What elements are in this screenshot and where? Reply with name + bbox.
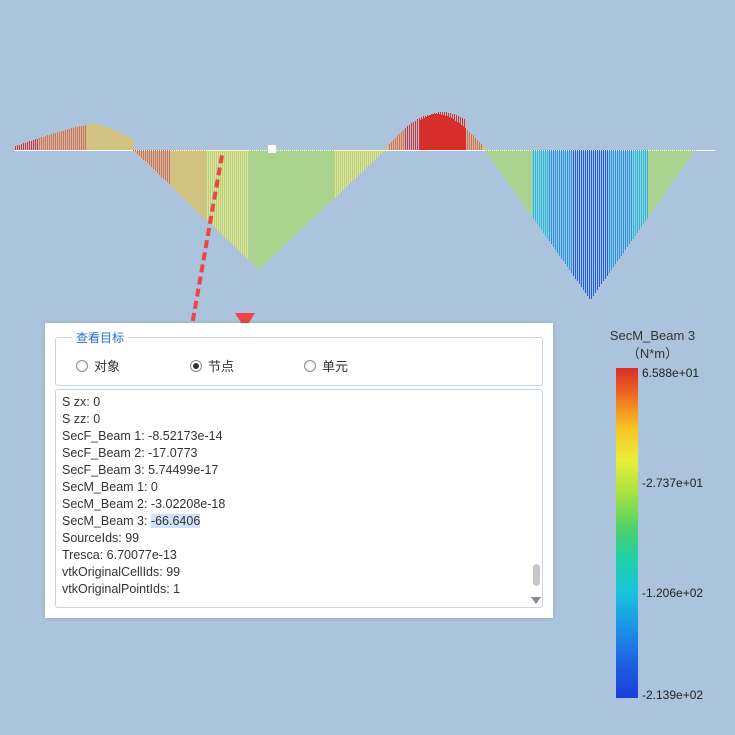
list-item: vtkOriginalCellIds: 99 [62, 564, 536, 581]
probe-marker[interactable] [268, 145, 276, 153]
color-legend: SecM_Beam 3 （N*m） 6.588e+01 -2.737e+01 -… [580, 328, 725, 708]
tick-label: -2.737e+01 [642, 476, 703, 490]
list-item: S zx: 0 [62, 394, 536, 411]
radio-label: 对象 [94, 356, 120, 375]
radio-label: 节点 [208, 356, 234, 375]
tick-label: -1.206e+02 [642, 586, 703, 600]
colorbar [616, 368, 638, 698]
scrollbar-thumb[interactable] [533, 564, 540, 586]
inspect-panel: 查看目标 对象 节点 单元 S zx: 0 S zz: 0 SecF_Beam … [45, 323, 553, 618]
radio-icon [76, 360, 88, 372]
highlighted-value: -66.6406 [151, 514, 200, 528]
list-item: S zz: 0 [62, 411, 536, 428]
list-item-highlight: SecM_Beam 3: -66.6406 [62, 513, 536, 530]
radio-icon [304, 360, 316, 372]
list-item: vtkOriginalPointIds: 1 [62, 581, 536, 598]
result-listbox[interactable]: S zx: 0 S zz: 0 SecF_Beam 1: -8.52173e-1… [55, 389, 543, 608]
target-group: 查看目标 对象 节点 单元 [55, 329, 543, 386]
list-item: SourceIds: 99 [62, 530, 536, 547]
radio-element[interactable]: 单元 [304, 356, 348, 375]
chevron-down-icon[interactable] [531, 597, 541, 604]
list-item: SecF_Beam 1: -8.52173e-14 [62, 428, 536, 445]
legend-title-line1: SecM_Beam 3 [580, 328, 725, 344]
list-item: Tresca: 6.70077e-13 [62, 547, 536, 564]
list-item: SecF_Beam 2: -17.0773 [62, 445, 536, 462]
list-item: SecF_Beam 3: 5.74499e-17 [62, 462, 536, 479]
target-legend: 查看目标 [72, 329, 128, 346]
radio-node[interactable]: 节点 [190, 356, 234, 375]
radio-object[interactable]: 对象 [76, 356, 120, 375]
list-item: SecM_Beam 2: -3.02208e-18 [62, 496, 536, 513]
legend-title-line2: （N*m） [580, 346, 725, 362]
scrollbar[interactable] [532, 394, 540, 603]
tick-label: 6.588e+01 [642, 366, 699, 380]
radio-icon [190, 360, 202, 372]
beam-diagram [15, 130, 715, 310]
radio-label: 单元 [322, 356, 348, 375]
tick-label: -2.139e+02 [642, 688, 703, 702]
list-item: SecM_Beam 1: 0 [62, 479, 536, 496]
